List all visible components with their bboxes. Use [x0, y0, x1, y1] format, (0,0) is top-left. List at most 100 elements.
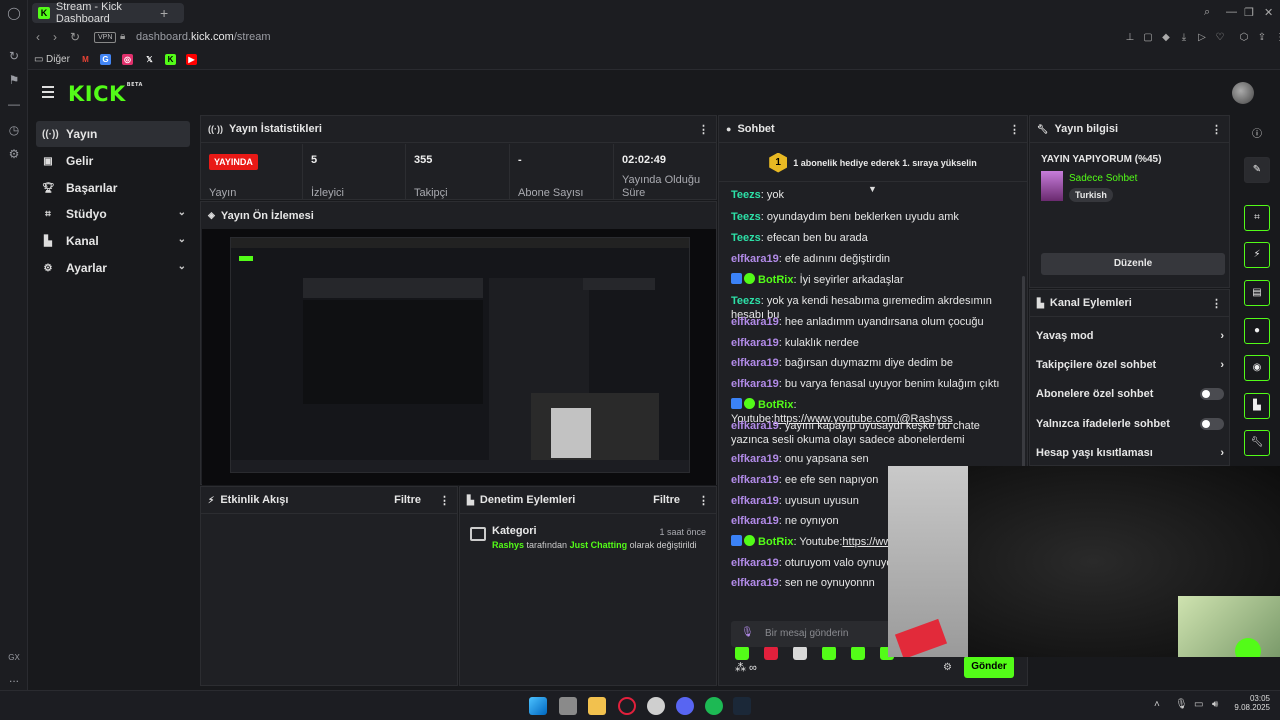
task-view-icon[interactable] — [559, 697, 577, 715]
kick-icon[interactable]: K — [165, 54, 176, 65]
nav-item-channel[interactable]: ▙ Kanal ⌄ — [36, 228, 190, 254]
gx-label[interactable]: GX — [6, 650, 22, 666]
bookmark-folder-other[interactable]: Diğer — [46, 54, 70, 65]
wrench-icon[interactable]: 🔧︎ — [1244, 430, 1270, 456]
chat-username[interactable]: elfkara19 — [731, 420, 779, 432]
moderation-icon[interactable]: ▙ — [1244, 393, 1270, 419]
studio-icon[interactable]: ⌗ — [1244, 205, 1270, 231]
mic-tray-icon[interactable]: 🎙︎ — [1175, 699, 1188, 710]
chat-message[interactable]: elfkara19: yayını kapayıp uyusaydı keşke… — [731, 419, 1016, 447]
refresh-icon[interactable]: ↻ — [6, 48, 22, 64]
opera-icon[interactable]: ◯ — [6, 5, 22, 21]
forward-icon[interactable]: › — [53, 30, 57, 44]
start-icon[interactable] — [529, 697, 547, 715]
youtube-icon[interactable]: ▶ — [186, 54, 197, 65]
emotes-only-toggle[interactable] — [1200, 418, 1224, 430]
kebab-icon[interactable]: ⋮ — [1211, 297, 1222, 310]
category-name[interactable]: Sadece Sohbet — [1069, 173, 1137, 184]
play-icon[interactable]: ▷ — [1196, 32, 1208, 44]
user-avatar[interactable] — [1232, 82, 1254, 104]
vpn-badge[interactable]: VPN — [94, 32, 117, 43]
shield-icon[interactable]: ◆ — [1160, 32, 1172, 44]
notes-icon[interactable]: ▤ — [1244, 280, 1270, 306]
mod-category[interactable]: Just Chatting — [570, 540, 628, 550]
x-icon[interactable]: 𝕏 — [144, 54, 155, 65]
search-tabs-icon[interactable]: ⌕ — [1204, 6, 1210, 19]
subscribers-only-toggle[interactable] — [1200, 388, 1224, 400]
chat-username[interactable]: elfkara19 — [731, 495, 779, 507]
download-icon[interactable]: ⤓ — [1178, 32, 1190, 44]
pencil-icon[interactable]: ✎ — [1244, 157, 1270, 183]
action-subscribers-only[interactable]: Abonelere özel sohbet — [1036, 380, 1224, 408]
chat-username[interactable]: elfkara19 — [731, 453, 779, 465]
edit-button[interactable]: Düzenle — [1041, 253, 1225, 275]
action-slow-mode[interactable]: Yavaş mod › — [1036, 322, 1224, 350]
chat-bubble-icon[interactable]: ● — [1244, 318, 1270, 344]
menu-icon[interactable]: ⋮ — [1274, 32, 1280, 44]
chat-username[interactable]: Teezs — [731, 295, 761, 307]
chat-username[interactable]: Teezs — [731, 211, 761, 223]
kebab-icon[interactable]: ⋮ — [698, 123, 709, 136]
nav-item-stream[interactable]: ((·)) Yayın — [36, 121, 190, 147]
heart-icon[interactable]: ♡ — [1214, 32, 1226, 44]
translate-icon[interactable]: G — [100, 54, 111, 65]
emote-icon[interactable] — [764, 646, 778, 660]
minimize-icon[interactable]: — — [1226, 6, 1237, 18]
snapshot-icon[interactable]: ▢ — [1142, 32, 1154, 44]
chat-username[interactable]: BotRix — [758, 399, 793, 411]
kebab-icon[interactable]: ⋮ — [439, 494, 450, 507]
opera-gx-icon[interactable] — [618, 697, 636, 715]
chat-settings-icon[interactable]: ⚙ — [943, 662, 952, 673]
chat-username[interactable]: BotRix — [758, 274, 793, 286]
settings-icon[interactable]: ⚙ — [6, 146, 22, 162]
chat-username[interactable]: elfkara19 — [731, 515, 779, 527]
lightning-icon[interactable]: ⚡︎ — [1244, 242, 1270, 268]
chat-message[interactable]: elfkara19: efe adınını değiştirdin — [731, 252, 1016, 266]
instagram-icon[interactable]: ◎ — [122, 54, 133, 65]
chat-username[interactable]: elfkara19 — [731, 316, 779, 328]
nav-item-studio[interactable]: ⌗ Stüdyo ⌄ — [36, 201, 190, 227]
action-emotes-only[interactable]: Yalnızca ifadelerle sohbet — [1036, 410, 1224, 438]
chat-username[interactable]: Teezs — [731, 189, 761, 201]
nav-item-revenue[interactable]: ▣ Gelir — [36, 148, 190, 174]
close-icon[interactable]: ✕ — [1264, 6, 1273, 19]
chat-username[interactable]: elfkara19 — [731, 474, 779, 486]
pin-icon[interactable]: ⊥ — [1124, 32, 1136, 44]
more-icon[interactable]: ... — [6, 670, 22, 686]
chat-scrollbar[interactable] — [1022, 276, 1025, 496]
chat-message[interactable]: Teezs: efecan ben bu arada — [731, 231, 1016, 245]
aria-icon[interactable]: ⚑ — [6, 72, 22, 88]
file-explorer-icon[interactable] — [588, 697, 606, 715]
emote-icon[interactable] — [851, 646, 865, 660]
chat-username[interactable]: elfkara19 — [731, 577, 779, 589]
chat-username[interactable]: elfkara19 — [731, 557, 779, 569]
kebab-icon[interactable]: ⋮ — [698, 494, 709, 507]
emote-icon[interactable] — [793, 646, 807, 660]
send-button[interactable]: Gönder — [964, 656, 1014, 678]
discord-icon[interactable] — [676, 697, 694, 715]
maximize-icon[interactable]: ❐ — [1244, 6, 1254, 19]
filter-button[interactable]: Filtre — [394, 494, 421, 506]
share-icon[interactable]: ⇪ — [1256, 32, 1268, 44]
chat-username[interactable]: elfkara19 — [731, 337, 779, 349]
chat-username[interactable]: elfkara19 — [731, 253, 779, 265]
extensions-icon[interactable]: ⬡ — [1238, 32, 1250, 44]
chat-username[interactable]: elfkara19 — [731, 357, 779, 369]
chat-message[interactable]: elfkara19: bu varya fenasal uyuyor benim… — [731, 377, 1016, 391]
nav-item-achievements[interactable]: 🏆︎ Başarılar — [36, 175, 190, 201]
clock[interactable]: 03:05 9.08.2025 — [1232, 694, 1270, 712]
mod-user[interactable]: Rashys — [492, 540, 524, 550]
action-followers-only[interactable]: Takipçilere özel sohbet › — [1036, 351, 1224, 379]
emote-icon[interactable] — [735, 646, 749, 660]
chat-message[interactable]: Teezs: oyundaydım benı beklerken uyudu a… — [731, 210, 1016, 224]
info-icon[interactable]: ⓘ — [1252, 125, 1262, 140]
menu-hamburger-icon[interactable] — [42, 86, 54, 101]
chat-message[interactable]: elfkara19: hee anladımm uyandırsana olum… — [731, 315, 1016, 329]
chat-message[interactable]: elfkara19: onu yapsana sen — [731, 452, 1016, 466]
nav-item-settings[interactable]: ⚙ Ayarlar ⌄ — [36, 255, 190, 281]
kick-floating-icon[interactable] — [1235, 638, 1261, 657]
history-icon[interactable]: ◷ — [6, 122, 22, 138]
reload-icon[interactable]: ↻ — [70, 30, 80, 44]
chat-message[interactable]: BotRix: İyi seyirler arkadaşlar — [731, 273, 1016, 287]
chat-message[interactable]: elfkara19: kulaklık nerdee — [731, 336, 1016, 350]
